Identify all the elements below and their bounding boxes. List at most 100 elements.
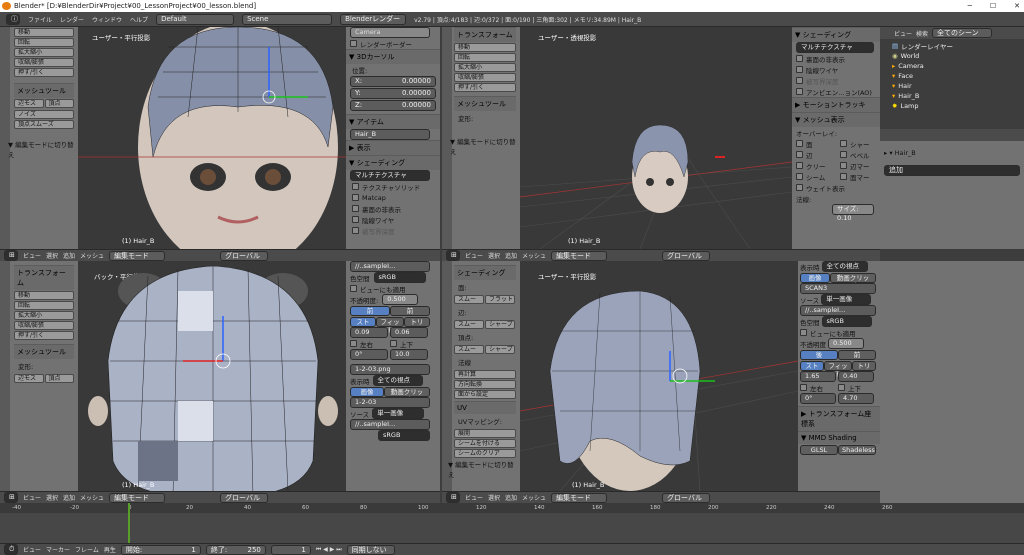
menu-file[interactable]: ファイル bbox=[28, 15, 52, 24]
flip-y-checkbox[interactable] bbox=[390, 340, 397, 347]
header-view-menu[interactable]: ビュー bbox=[465, 251, 483, 260]
transform-orient-header[interactable]: ▶ トランスフォーム座標系 bbox=[798, 406, 880, 431]
display-header[interactable]: ▶ 表示 bbox=[346, 140, 440, 155]
tool-scale-r[interactable]: 拡大縮小 bbox=[454, 63, 516, 72]
header-add-menu[interactable]: 追加 bbox=[63, 493, 75, 502]
close-icon[interactable]: ✕ bbox=[1014, 0, 1020, 12]
btn-noise[interactable]: ノイズ bbox=[14, 110, 74, 119]
edge-sharp-btn[interactable]: シャープ bbox=[485, 320, 515, 329]
tool-rotate-bl[interactable]: 回転 bbox=[14, 301, 74, 310]
outliner-item[interactable]: ▸ Camera bbox=[892, 61, 1024, 71]
playback-controls[interactable]: ⏮ ◀ ▶ ⏭ bbox=[316, 546, 342, 554]
transform-header-bl[interactable]: トランスフォーム bbox=[14, 265, 74, 290]
overlay-edge-checkbox[interactable] bbox=[796, 151, 803, 158]
view-as-checkbox-r[interactable] bbox=[800, 329, 807, 336]
timeline-frame-menu[interactable]: フレーム bbox=[75, 545, 99, 554]
face-flat-btn[interactable]: フラット bbox=[485, 295, 515, 304]
header-mesh-menu[interactable]: メッシュ bbox=[80, 251, 104, 260]
timeline-view-menu[interactable]: ビュー bbox=[23, 545, 41, 554]
btn-edge-slide[interactable]: 辺モス bbox=[14, 99, 44, 108]
source-select-r[interactable]: 単一画像 bbox=[821, 294, 872, 305]
mesh-tools-header-bl[interactable]: メッシュツール bbox=[14, 344, 74, 359]
dof-checkbox[interactable] bbox=[352, 227, 359, 234]
shadeless-btn[interactable]: Shadeless bbox=[838, 444, 876, 455]
camera-field[interactable]: Camera bbox=[350, 27, 430, 38]
orientation-select[interactable]: グローバル bbox=[220, 250, 269, 261]
overlay-face-mark-checkbox[interactable] bbox=[840, 173, 847, 180]
orientation-select[interactable]: グローバル bbox=[220, 492, 269, 503]
header-mesh-menu[interactable]: メッシュ bbox=[522, 251, 546, 260]
render-border-checkbox[interactable] bbox=[350, 40, 357, 47]
texture-solid-checkbox[interactable] bbox=[352, 183, 359, 190]
opacity-field[interactable]: 0.500 bbox=[382, 294, 419, 305]
front-tab-r[interactable]: 前 bbox=[838, 349, 876, 360]
tool-shrink-r[interactable]: 収縮/膨張 bbox=[454, 73, 516, 82]
hidden-wire-checkbox[interactable] bbox=[352, 216, 359, 223]
sync-select[interactable]: 同期しない bbox=[346, 544, 395, 555]
viewport-bottom-left[interactable]: トランスフォーム 移動 回転 拡大縮小 収縮/膨張 押す/引く メッシュツール … bbox=[0, 261, 346, 491]
movie-clip-tab-r[interactable]: 動画クリップ bbox=[830, 272, 876, 290]
rotation-field[interactable]: 0° bbox=[350, 349, 388, 360]
transform-header[interactable]: トランスフォーム bbox=[454, 27, 516, 42]
timeline-marker-menu[interactable]: マーカー bbox=[46, 545, 70, 554]
editor-type-icon[interactable]: ⊞ bbox=[446, 250, 460, 261]
bg-file-r[interactable]: //..sampleI... bbox=[800, 305, 876, 316]
image-tab-r[interactable]: 画像 bbox=[800, 272, 830, 283]
shading-header-r[interactable]: ▼ シェーディング bbox=[792, 27, 880, 42]
outliner-item[interactable]: ▾ Hair_B bbox=[892, 91, 1024, 101]
opacity-field-r[interactable]: 0.500 bbox=[828, 338, 864, 349]
colorspace-select-r[interactable]: sRGB bbox=[821, 316, 872, 327]
hidden-wire-checkbox-r[interactable] bbox=[796, 66, 803, 73]
cursor-y-field[interactable]: Y: 0.00000 bbox=[350, 88, 436, 99]
scene-select[interactable]: Scene bbox=[242, 13, 333, 25]
btn-vertex-bl[interactable]: 頂点 bbox=[44, 374, 74, 383]
header-add-menu[interactable]: 追加 bbox=[505, 493, 517, 502]
tool-rotate[interactable]: 回転 bbox=[14, 38, 74, 47]
offset-x-field-r[interactable]: 1.65 bbox=[800, 371, 836, 382]
ao-checkbox[interactable] bbox=[796, 88, 803, 95]
overlay-crease-checkbox[interactable] bbox=[796, 162, 803, 169]
image-tab[interactable]: 画像 bbox=[350, 386, 384, 397]
header-select-menu[interactable]: 選択 bbox=[46, 493, 58, 502]
header-add-menu[interactable]: 追加 bbox=[63, 251, 75, 260]
mesh-display-header[interactable]: ▼ メッシュ表示 bbox=[792, 112, 880, 127]
shading-mode-select[interactable]: マルチテクスチャ bbox=[350, 170, 430, 181]
colorspace-select[interactable]: sRGB bbox=[373, 272, 426, 283]
tool-push-r[interactable]: 押す/引く bbox=[454, 83, 516, 92]
menu-window[interactable]: ウィンドウ bbox=[92, 15, 122, 24]
editor-type-icon[interactable]: ⏱ bbox=[4, 544, 18, 555]
face-smooth-btn[interactable]: スムー bbox=[454, 295, 484, 304]
item-header[interactable]: ▼ アイテム bbox=[346, 114, 440, 129]
header-mesh-menu[interactable]: メッシュ bbox=[80, 493, 104, 502]
recalc-normals-btn[interactable]: 再計算 bbox=[454, 370, 516, 379]
overlay-seam-checkbox[interactable] bbox=[796, 173, 803, 180]
mode-select[interactable]: 編集モード bbox=[551, 250, 608, 261]
matcap-checkbox[interactable] bbox=[352, 194, 359, 201]
overlay-face-checkbox[interactable] bbox=[796, 140, 803, 147]
editor-type-icon[interactable]: ⓘ bbox=[6, 13, 20, 25]
tool-scale[interactable]: 拡大縮小 bbox=[14, 48, 74, 57]
add-modifier-select[interactable]: 追加 bbox=[884, 165, 1020, 176]
orientation-select[interactable]: グローバル bbox=[662, 492, 711, 503]
unwrap-btn[interactable]: 展開 bbox=[454, 429, 516, 438]
viewport-top-right[interactable]: トランスフォーム 移動 回転 拡大縮小 収縮/膨張 押す/引く メッシュツール … bbox=[442, 27, 792, 249]
front-tab[interactable]: 前 bbox=[350, 305, 390, 316]
bg-image-2-field[interactable]: 1-2-03.png bbox=[350, 364, 430, 375]
menu-help[interactable]: ヘルプ bbox=[130, 15, 148, 24]
header-select-menu[interactable]: 選択 bbox=[488, 493, 500, 502]
cursor-z-field[interactable]: Z: 0.00000 bbox=[350, 100, 436, 111]
viewport-top-left[interactable]: 移動 回転 拡大縮小 収縮/膨張 押す/引く メッシュツール 辺モス 頂点 ノイ… bbox=[0, 27, 346, 249]
edit-mode-toggle-br[interactable]: ▼ 編集モードに切り替え bbox=[444, 457, 520, 481]
item-name-field[interactable]: Hair_B bbox=[350, 129, 430, 140]
mode-select[interactable]: 編集モード bbox=[109, 250, 166, 261]
crop-btn-r[interactable]: トリム bbox=[852, 360, 876, 378]
tool-tabs-bl[interactable] bbox=[0, 261, 10, 491]
rotation-field-r[interactable]: 0° bbox=[800, 393, 836, 404]
tool-push[interactable]: 押す/引く bbox=[14, 68, 74, 77]
btn-vertex[interactable]: 頂点 bbox=[44, 99, 74, 108]
overlay-bevel-checkbox[interactable] bbox=[840, 151, 847, 158]
cursor-x-field[interactable]: X: 0.00000 bbox=[350, 76, 436, 87]
minimize-icon[interactable]: ─ bbox=[968, 0, 972, 12]
shading-mode-select-r[interactable]: マルチテクスチャ bbox=[796, 42, 874, 53]
btn-edge-slide-bl[interactable]: 辺モス bbox=[14, 374, 44, 383]
